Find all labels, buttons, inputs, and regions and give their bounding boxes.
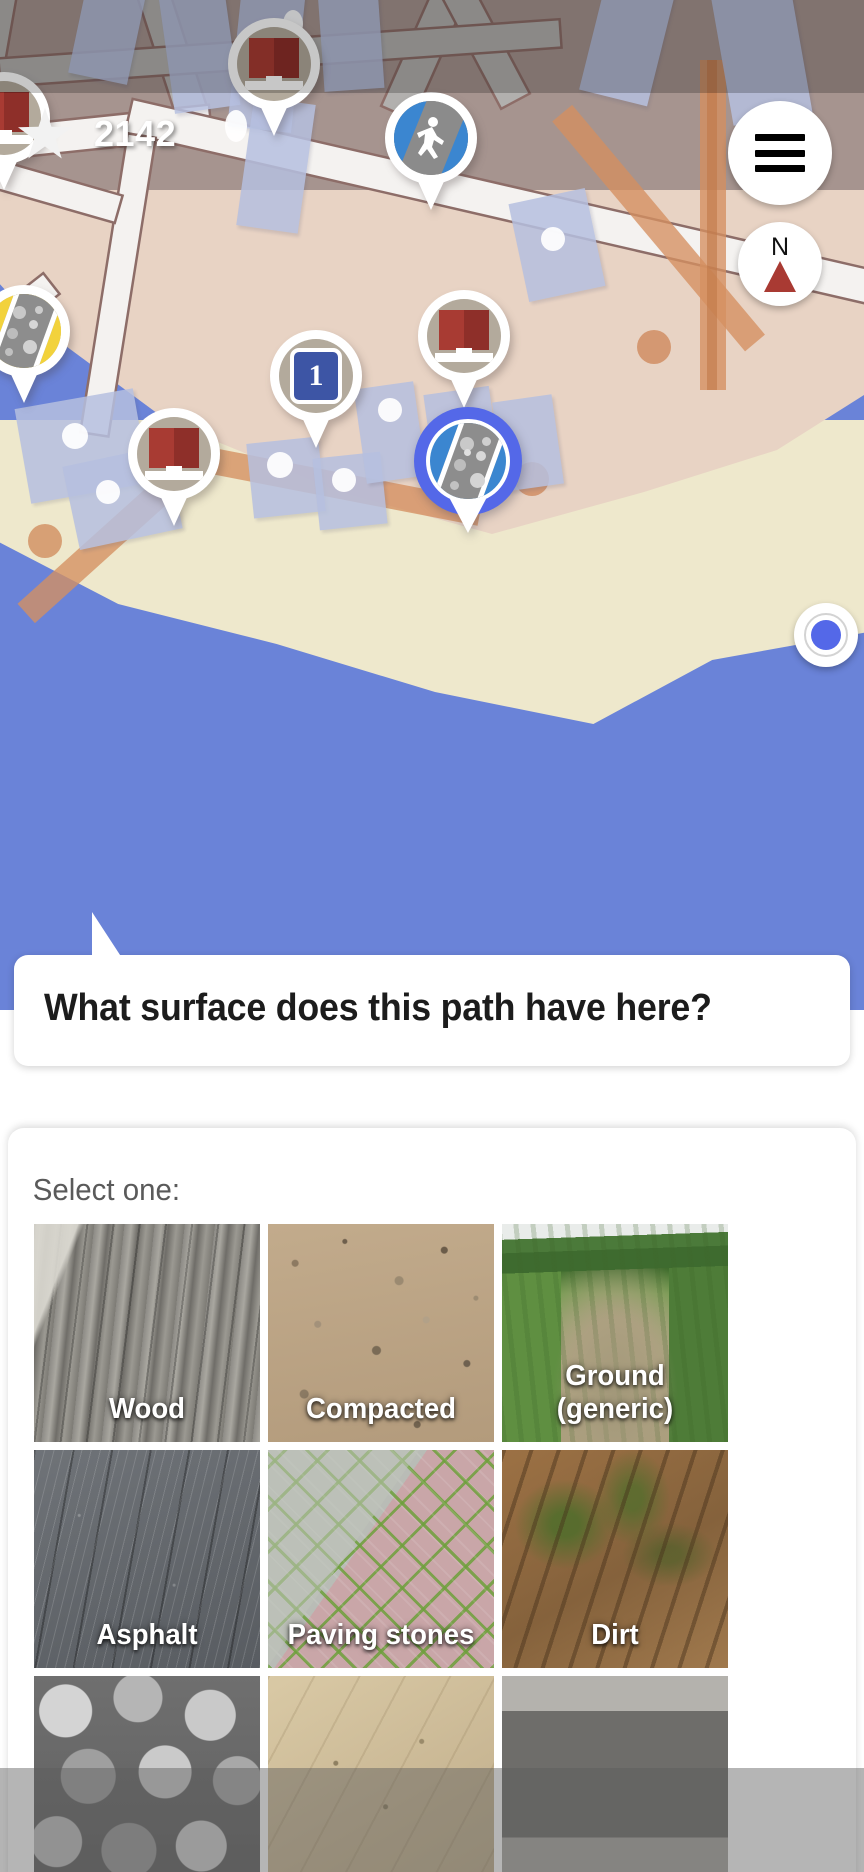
sand-texture-image [268,1676,494,1872]
map-trail-node [637,330,671,364]
answer-option-concrete[interactable] [502,1676,728,1872]
gravel-texture-image [34,1676,260,1872]
answer-label: Compacted [305,1393,457,1425]
map-marker-building-lower[interactable] [128,408,220,526]
answer-option-paving-stones[interactable]: Paving stones [268,1450,494,1668]
answer-option-ground-generic[interactable]: Ground (generic) [502,1224,728,1442]
pin-head [128,408,220,500]
pedestrian-crossing-icon [394,101,468,175]
compass-button[interactable]: N [738,222,822,306]
pin-inner [137,417,211,491]
answer-label: Asphalt [96,1619,198,1651]
pin-head [418,290,510,382]
concrete-texture-image [502,1676,728,1872]
map-marker-building-right[interactable] [418,290,510,408]
answer-option-dirt[interactable]: Dirt [502,1450,728,1668]
pin-head [0,285,70,377]
map-building-node [62,423,88,449]
road-sign-1-icon: 1 [290,348,342,404]
map-marker-housenumber[interactable]: 1 [270,330,362,448]
quest-count-label: 2142 [94,113,177,154]
gps-dot [811,620,841,650]
menu-button[interactable] [728,101,832,205]
selected-marker-ring [426,419,510,503]
building-icon [245,38,303,90]
answer-label: Wood [109,1393,185,1425]
map-trail-node [28,524,62,558]
answer-sheet: Select one: Wood Compacted Ground (gener… [8,1128,856,1872]
gps-location-button[interactable] [794,603,858,667]
surface-gravel-yellow-icon [0,294,61,368]
pin-inner [427,299,501,373]
pin-inner: 1 [279,339,353,413]
pin-inner [237,27,311,101]
pin-head [228,18,320,110]
selected-quest-marker[interactable] [414,407,522,533]
pin-head [385,92,477,184]
question-bubble-container: What surface does this path have here? [14,912,850,1067]
map-view[interactable]: 1 2142 N [0,0,864,1010]
answer-option-wood[interactable]: Wood [34,1224,260,1442]
answer-option-asphalt[interactable]: Asphalt [34,1450,260,1668]
map-marker-pedestrian[interactable] [385,92,477,210]
map-building-node [96,480,120,504]
pin-inner [0,294,61,368]
star-icon [18,108,72,159]
gps-location-icon [804,613,848,657]
map-building-node [541,227,565,251]
walker-glyph [417,117,444,159]
building-icon [435,310,493,362]
surface-gravel-blue-icon [430,423,506,499]
building-icon [145,428,203,480]
compass-north-label: N [770,233,790,262]
answer-option-sand[interactable] [268,1676,494,1872]
answer-label: Ground (generic) [556,1360,674,1425]
map-marker-surface-left[interactable] [0,285,70,403]
map-marker-building[interactable] [228,18,320,136]
pin-head: 1 [270,330,362,422]
hamburger-menu-icon [755,134,805,172]
answer-label: Paving stones [287,1619,475,1651]
quest-score: 2142 [18,108,176,160]
answer-grid: Wood Compacted Ground (generic) Asphalt … [8,1224,856,1872]
map-building-node [332,468,356,492]
question-text: What surface does this path have here? [44,987,712,1029]
pin-inner [394,101,468,175]
map-trail-core [707,60,717,390]
selected-marker-tail [450,499,486,533]
app-root: 1 2142 N What surface does this path hav… [0,0,864,1872]
select-one-label: Select one: [32,1172,181,1207]
answer-option-gravel[interactable] [34,1676,260,1872]
map-building [315,0,385,92]
map-building-node [378,398,402,422]
answer-option-compacted[interactable]: Compacted [268,1224,494,1442]
answer-label: Dirt [591,1619,639,1651]
bubble-tail [92,912,122,958]
compass-needle-icon [764,260,796,292]
map-building-node [267,452,293,478]
question-bubble: What surface does this path have here? [14,955,850,1067]
